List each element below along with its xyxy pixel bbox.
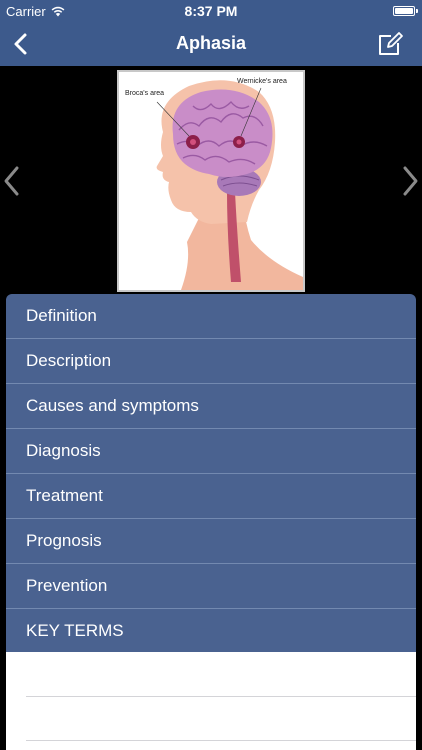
section-item-description[interactable]: Description [6,339,416,384]
brain-illustration [156,80,303,290]
previous-figure-button[interactable] [2,164,22,198]
battery-level [395,8,413,14]
navigation-bar: Aphasia [0,22,422,66]
battery-icon [393,6,415,16]
back-button[interactable] [10,31,36,57]
section-item-definition[interactable]: Definition [6,294,416,339]
compose-icon [379,32,403,55]
chevron-left-icon [4,166,19,196]
section-item-diagnosis[interactable]: Diagnosis [6,429,416,474]
status-time: 8:37 PM [184,3,238,19]
figure-carousel: Broca's area Wernicke's area [0,66,422,294]
empty-row-divider [26,696,416,697]
section-item-key-terms[interactable]: KEY TERMS [6,609,416,653]
section-item-prognosis[interactable]: Prognosis [6,519,416,564]
page-title: Aphasia [175,33,247,53]
section-list: Definition Description Causes and sympto… [6,294,416,653]
chevron-left-icon [14,33,27,55]
battery-tip [416,9,418,13]
section-item-prevention[interactable]: Prevention [6,564,416,609]
status-bar: Carrier 8:37 PM [0,0,422,22]
chevron-right-icon [403,166,418,196]
empty-table-area [6,652,416,750]
compose-button[interactable] [376,30,404,58]
section-item-treatment[interactable]: Treatment [6,474,416,519]
next-figure-button[interactable] [400,164,420,198]
anatomy-figure[interactable]: Broca's area Wernicke's area [117,70,305,292]
wernicke-area-label: Wernicke's area [237,78,287,85]
empty-row-divider [26,740,416,741]
broca-area-label: Broca's area [125,90,165,97]
section-item-causes-and-symptoms[interactable]: Causes and symptoms [6,384,416,429]
